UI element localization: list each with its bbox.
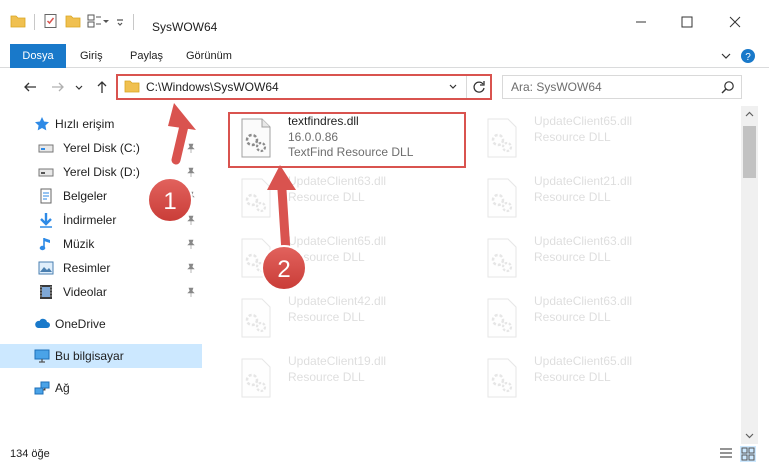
- file-tile[interactable]: UpdateClient63.dll Resource DLL: [476, 232, 726, 284]
- network-icon: [34, 380, 50, 396]
- address-bar[interactable]: C:\Windows\SysWOW64: [116, 74, 492, 100]
- tab-home[interactable]: Giriş: [70, 44, 113, 68]
- scroll-down-button[interactable]: [741, 427, 758, 444]
- pin-icon[interactable]: [186, 190, 196, 204]
- scroll-up-button[interactable]: [741, 106, 758, 123]
- drive-icon: [38, 140, 54, 156]
- file-tile[interactable]: UpdateClient65.dll Resource DLL: [230, 232, 480, 284]
- dll-file-icon: [234, 356, 278, 400]
- pin-icon[interactable]: [186, 262, 196, 276]
- dll-file-icon: [480, 236, 524, 280]
- file-tile[interactable]: UpdateClient21.dll Resource DLL: [476, 172, 726, 224]
- pin-icon[interactable]: [186, 238, 196, 252]
- pictures-icon: [38, 260, 54, 276]
- quick-access-toolbar: [10, 10, 136, 34]
- nav-pictures[interactable]: Resimler: [0, 256, 204, 280]
- folder-icon: [124, 78, 140, 97]
- dll-file-icon: [480, 176, 524, 220]
- ribbon-tabs: Dosya Giriş Paylaş Görünüm ?: [0, 44, 769, 68]
- dll-file-icon: [234, 176, 278, 220]
- properties-icon[interactable]: [43, 13, 59, 32]
- tab-file[interactable]: Dosya: [10, 44, 66, 68]
- file-highlight-box: [228, 112, 466, 168]
- customize-qat-icon[interactable]: [87, 13, 109, 32]
- help-icon[interactable]: ?: [740, 48, 756, 67]
- nav-quick-access[interactable]: Hızlı erişim: [0, 112, 204, 136]
- tab-view[interactable]: Görünüm: [176, 44, 242, 68]
- nav-local-disk-c[interactable]: Yerel Disk (C:): [0, 136, 204, 160]
- search-placeholder: Ara: SysWOW64: [511, 80, 602, 94]
- chevron-down-icon[interactable]: [115, 13, 125, 32]
- svg-text:?: ?: [745, 52, 751, 63]
- status-bar: 134 öğe: [0, 444, 769, 475]
- nav-onedrive[interactable]: OneDrive: [0, 312, 204, 336]
- nav-local-disk-d[interactable]: Yerel Disk (D:): [0, 160, 204, 184]
- tab-share[interactable]: Paylaş: [120, 44, 173, 68]
- cloud-icon: [34, 316, 50, 332]
- maximize-button[interactable]: [664, 0, 710, 44]
- pin-icon[interactable]: [186, 286, 196, 300]
- pin-icon[interactable]: [186, 166, 196, 180]
- recent-locations-button[interactable]: [72, 77, 86, 97]
- window-title: SysWOW64: [152, 20, 218, 34]
- pin-icon[interactable]: [186, 142, 196, 156]
- title-bar: SysWOW64: [0, 0, 769, 44]
- file-tile[interactable]: UpdateClient63.dll Resource DLL: [476, 292, 726, 344]
- pin-icon[interactable]: [186, 214, 196, 228]
- dll-file-icon: [234, 296, 278, 340]
- details-view-icon[interactable]: [718, 446, 734, 462]
- dll-file-icon: [480, 296, 524, 340]
- address-path: C:\Windows\SysWOW64: [146, 80, 279, 94]
- close-button[interactable]: [712, 0, 758, 44]
- videos-icon: [38, 284, 54, 300]
- star-icon: [34, 116, 50, 132]
- chevron-down-icon[interactable]: [720, 50, 732, 65]
- search-icon[interactable]: [721, 80, 735, 97]
- nav-music[interactable]: Müzik: [0, 232, 204, 256]
- dll-file-icon: [480, 116, 524, 160]
- nav-this-pc[interactable]: Bu bilgisayar: [0, 344, 202, 368]
- scroll-thumb[interactable]: [743, 126, 756, 178]
- drive-icon: [38, 164, 54, 180]
- back-button[interactable]: [20, 77, 40, 97]
- file-tile[interactable]: UpdateClient19.dll Resource DLL: [230, 352, 480, 404]
- navigation-pane: Hızlı erişim Yerel Disk (C:) Yerel Disk …: [0, 110, 210, 436]
- file-tile[interactable]: UpdateClient42.dll Resource DLL: [230, 292, 480, 344]
- tiles-view-icon[interactable]: [740, 446, 756, 462]
- vertical-scrollbar[interactable]: [741, 106, 758, 444]
- forward-button[interactable]: [48, 77, 68, 97]
- search-input[interactable]: Ara: SysWOW64: [502, 75, 742, 99]
- nav-documents[interactable]: Belgeler: [0, 184, 204, 208]
- chevron-down-icon[interactable]: [446, 80, 460, 94]
- file-tile[interactable]: UpdateClient63.dll Resource DLL: [230, 172, 480, 224]
- music-icon: [38, 236, 54, 252]
- nav-videos[interactable]: Videolar: [0, 280, 204, 304]
- nav-network[interactable]: Ağ: [0, 376, 204, 400]
- dll-file-icon: [480, 356, 524, 400]
- up-button[interactable]: [92, 77, 112, 97]
- refresh-button[interactable]: [466, 76, 490, 98]
- item-count: 134 öğe: [10, 448, 50, 460]
- folder-icon: [10, 13, 26, 32]
- downloads-icon: [38, 212, 54, 228]
- file-tile[interactable]: UpdateClient65.dll Resource DLL: [476, 112, 726, 164]
- new-folder-icon[interactable]: [65, 13, 81, 32]
- nav-downloads[interactable]: İndirmeler: [0, 208, 204, 232]
- computer-icon: [34, 348, 50, 364]
- file-tile[interactable]: UpdateClient65.dll Resource DLL: [476, 352, 726, 404]
- documents-icon: [38, 188, 54, 204]
- minimize-button[interactable]: [618, 0, 664, 44]
- dll-file-icon: [234, 236, 278, 280]
